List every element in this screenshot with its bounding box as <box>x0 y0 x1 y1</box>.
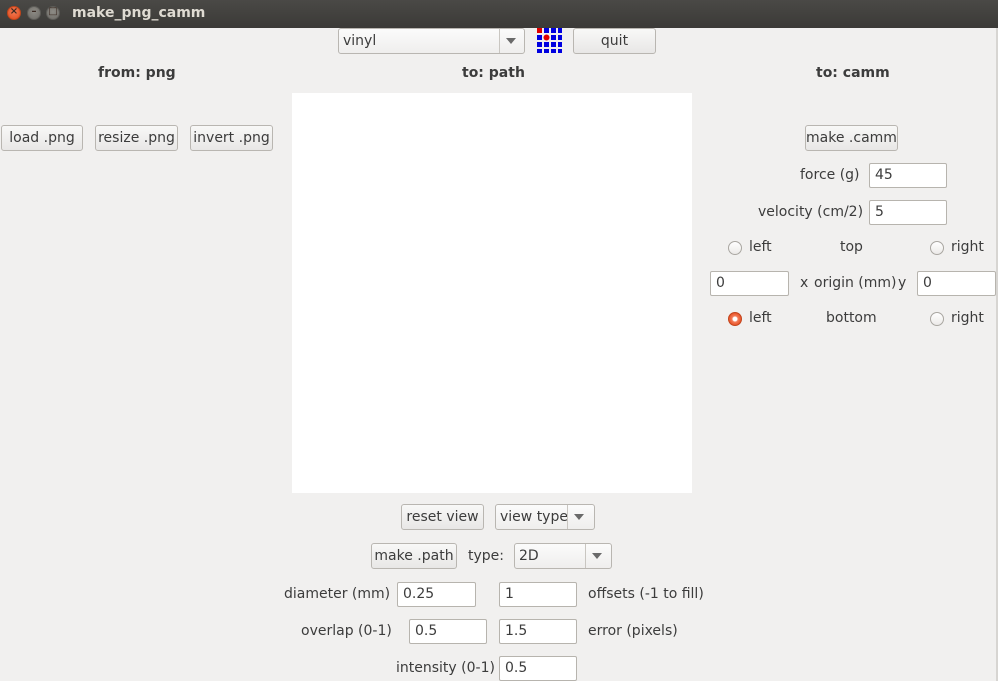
path-view-canvas[interactable] <box>292 93 692 493</box>
chevron-down-icon <box>506 38 516 44</box>
x-label: x <box>800 275 809 291</box>
origin-bottom-left-label: left <box>749 310 772 326</box>
error-input[interactable]: 1.5 <box>499 619 577 644</box>
fab-logo-icon <box>536 27 562 53</box>
origin-top-right-label: right <box>951 239 984 255</box>
overlap-input[interactable]: 0.5 <box>409 619 487 644</box>
machine-select[interactable]: vinyl <box>338 28 525 54</box>
make-camm-button[interactable]: make .camm <box>805 125 898 151</box>
y-label: y <box>898 275 907 291</box>
velocity-input[interactable]: 5 <box>869 200 947 225</box>
to-path-header: to: path <box>462 65 525 81</box>
minimize-icon: – <box>31 6 37 17</box>
top-label: top <box>840 239 863 255</box>
type-label: type: <box>468 548 504 564</box>
intensity-label: intensity (0-1) <box>396 660 495 676</box>
chevron-down-icon <box>592 553 602 559</box>
machine-select-value: vinyl <box>343 33 377 49</box>
offsets-input[interactable]: 1 <box>499 582 577 607</box>
diameter-label: diameter (mm) <box>284 586 391 602</box>
diameter-input[interactable]: 0.25 <box>397 582 476 607</box>
load-png-button[interactable]: load .png <box>1 125 83 151</box>
path-type-value: 2D <box>519 548 539 564</box>
maximize-icon: □ <box>48 6 58 17</box>
from-png-header: from: png <box>98 65 176 81</box>
reset-view-button[interactable]: reset view <box>401 504 484 530</box>
origin-label: origin (mm) <box>814 275 897 291</box>
error-label: error (pixels) <box>588 623 678 639</box>
combo-separator <box>585 544 586 568</box>
overlap-label: overlap (0-1) <box>301 623 392 639</box>
origin-top-left-label: left <box>749 239 772 255</box>
window-title: make_png_camm <box>72 5 206 21</box>
origin-bottom-right-radio[interactable] <box>930 312 944 326</box>
combo-separator <box>499 29 500 53</box>
force-input[interactable]: 45 <box>869 163 947 188</box>
force-label: force (g) <box>800 167 860 183</box>
origin-bottom-left-radio[interactable] <box>728 312 742 326</box>
origin-top-right-radio[interactable] <box>930 241 944 255</box>
offsets-label: offsets (-1 to fill) <box>588 586 704 602</box>
intensity-input[interactable]: 0.5 <box>499 656 577 681</box>
close-icon: × <box>9 6 19 17</box>
maximize-window-button[interactable]: □ <box>46 6 60 20</box>
to-camm-header: to: camm <box>816 65 890 81</box>
view-type-select[interactable]: view type <box>495 504 595 530</box>
title-bar: × – □ make_png_camm <box>0 0 998 28</box>
quit-button[interactable]: quit <box>573 28 656 54</box>
invert-png-button[interactable]: invert .png <box>190 125 273 151</box>
combo-separator <box>567 505 568 529</box>
bottom-label: bottom <box>826 310 877 326</box>
view-type-value: view type <box>500 509 568 525</box>
make-path-button[interactable]: make .path <box>371 543 457 569</box>
resize-png-button[interactable]: resize .png <box>95 125 178 151</box>
minimize-window-button[interactable]: – <box>27 6 41 20</box>
origin-y-input[interactable]: 0 <box>917 271 996 296</box>
velocity-label: velocity (cm/2) <box>758 204 864 220</box>
origin-bottom-right-label: right <box>951 310 984 326</box>
origin-x-input[interactable]: 0 <box>710 271 789 296</box>
chevron-down-icon <box>574 514 584 520</box>
close-window-button[interactable]: × <box>7 6 21 20</box>
path-type-select[interactable]: 2D <box>514 543 612 569</box>
origin-top-left-radio[interactable] <box>728 241 742 255</box>
